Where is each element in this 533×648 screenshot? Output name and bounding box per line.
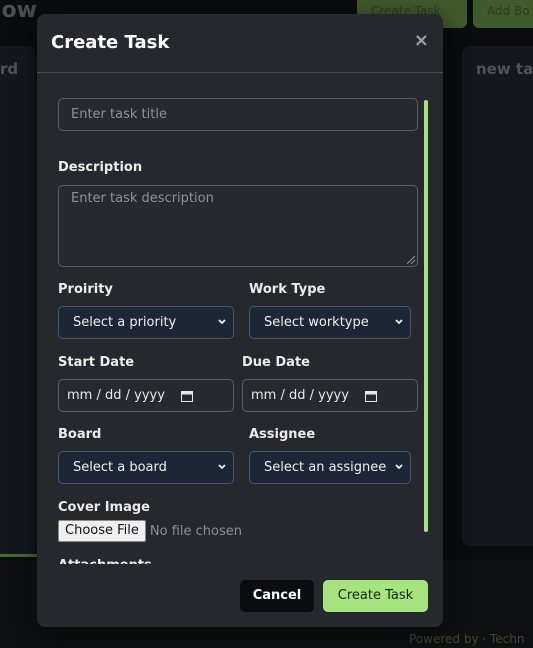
due-date-input[interactable]: mm / dd / yyyy xyxy=(242,379,418,412)
close-icon[interactable]: × xyxy=(414,30,429,51)
worktype-select-value: Select worktype xyxy=(264,315,369,330)
file-status-text: No file chosen xyxy=(149,523,242,539)
background-add-board-button[interactable]: Add Bo xyxy=(473,0,533,28)
worktype-select[interactable]: Select worktype xyxy=(249,306,411,339)
description-placeholder: Enter task description xyxy=(71,191,214,206)
modal-body[interactable]: Enter task title Description Enter task … xyxy=(37,74,443,573)
create-task-button[interactable]: Create Task xyxy=(323,580,428,612)
description-label: Description xyxy=(58,160,143,175)
background-page-title: low xyxy=(0,0,37,23)
background-board-column-left: rd xyxy=(0,46,36,556)
due-date-label: Due Date xyxy=(242,355,310,370)
calendar-icon[interactable] xyxy=(365,390,377,402)
worktype-label: Work Type xyxy=(249,282,326,297)
chevron-down-icon xyxy=(218,319,226,325)
chevron-down-icon xyxy=(395,464,403,470)
background-column-title: new ta xyxy=(476,60,533,78)
background-column-title: rd xyxy=(0,60,19,78)
start-date-label: Start Date xyxy=(58,355,135,370)
cover-image-label: Cover Image xyxy=(58,500,150,515)
description-textarea[interactable]: Enter task description xyxy=(58,185,418,267)
cover-image-file-input: Choose File No file chosen xyxy=(58,520,242,542)
assignee-select[interactable]: Select an assignee xyxy=(249,451,411,484)
priority-select-value: Select a priority xyxy=(73,315,177,330)
modal-footer: Cancel Create Task xyxy=(37,564,443,627)
priority-select[interactable]: Select a priority xyxy=(58,306,234,339)
background-footer-text: Powered by · Techn xyxy=(409,632,525,646)
start-date-input[interactable]: mm / dd / yyyy xyxy=(58,379,234,412)
cancel-button[interactable]: Cancel xyxy=(240,580,314,612)
assignee-label: Assignee xyxy=(249,427,316,442)
board-label: Board xyxy=(58,427,102,442)
calendar-icon[interactable] xyxy=(181,390,193,402)
task-title-placeholder: Enter task title xyxy=(71,107,167,122)
chevron-down-icon xyxy=(395,319,403,325)
modal-title: Create Task xyxy=(51,32,170,53)
chevron-down-icon xyxy=(218,464,226,470)
priority-label: Proirity xyxy=(58,282,113,297)
board-select-value: Select a board xyxy=(73,460,167,475)
choose-file-button[interactable]: Choose File xyxy=(58,520,146,542)
background-accent-line xyxy=(0,554,40,557)
resize-handle-icon[interactable] xyxy=(407,256,415,264)
task-title-input[interactable]: Enter task title xyxy=(58,98,418,131)
modal-header: Create Task × xyxy=(37,14,443,73)
start-date-value: mm / dd / yyyy xyxy=(67,388,165,403)
create-task-modal: Create Task × Enter task title Descripti… xyxy=(37,14,443,627)
background-board-column-right: new ta xyxy=(462,46,533,546)
due-date-value: mm / dd / yyyy xyxy=(251,388,349,403)
board-select[interactable]: Select a board xyxy=(58,451,234,484)
assignee-select-value: Select an assignee xyxy=(264,460,387,475)
modal-scrollbar[interactable] xyxy=(424,100,428,532)
